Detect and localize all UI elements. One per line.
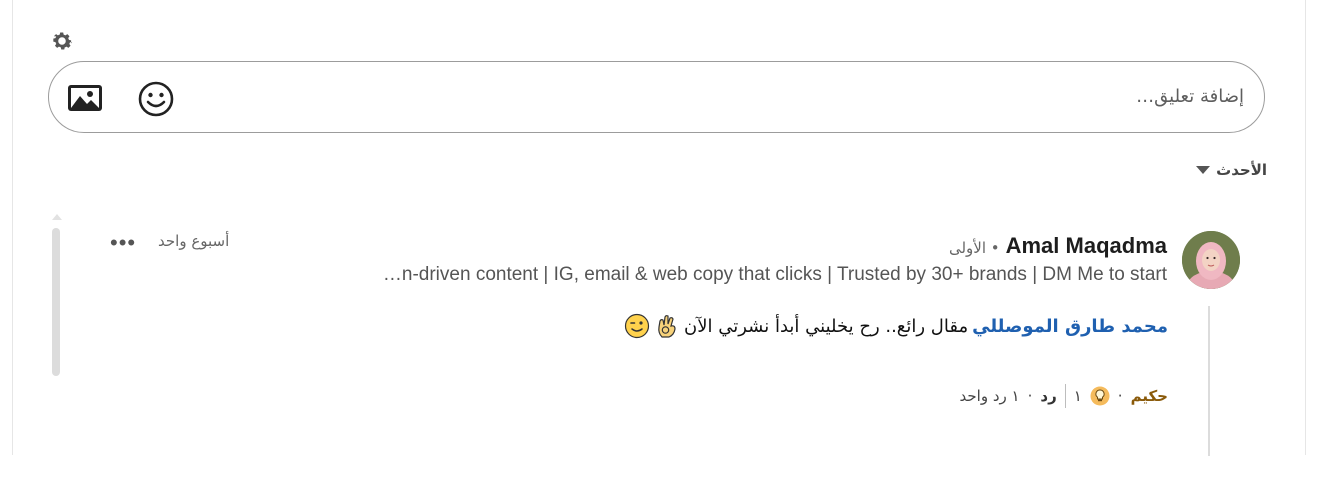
gear-icon[interactable]	[49, 28, 75, 54]
avatar[interactable]	[1182, 231, 1240, 289]
react-button[interactable]: حكيم	[1131, 387, 1168, 405]
comment-actions: حكيم · ١ رد · ١ رد واحد	[960, 384, 1168, 408]
smiley-icon[interactable]	[137, 80, 175, 118]
actions-divider	[1064, 384, 1066, 408]
more-options-button[interactable]: •••	[110, 232, 136, 254]
reply-button[interactable]: رد	[1040, 387, 1056, 405]
scroll-up-arrow[interactable]	[52, 214, 62, 220]
sort-dropdown[interactable]: الأحدث	[1196, 161, 1267, 179]
avatar-image	[1182, 231, 1240, 289]
comment-input-placeholder[interactable]: إضافة تعليق…	[1136, 86, 1244, 107]
comment-text: مقال رائع.. رح يخليني أبدأ نشرتي الآن	[684, 315, 969, 337]
insightful-icon	[1090, 386, 1110, 406]
reaction-count[interactable]: ١	[1074, 387, 1082, 405]
scrollbar-thumb[interactable]	[52, 228, 60, 376]
sort-label: الأحدث	[1216, 161, 1267, 179]
comment-author-line: Amal Maqadma • الأولى	[949, 233, 1167, 259]
author-name[interactable]: Amal Maqadma	[1006, 233, 1167, 259]
comment-timestamp: أسبوع واحد	[158, 232, 230, 250]
react-dot: ·	[1117, 387, 1123, 405]
image-icon[interactable]	[67, 82, 103, 114]
caret-down-icon	[1196, 166, 1211, 174]
connection-degree: • الأولى	[948, 239, 1000, 257]
thread-line	[1208, 306, 1210, 456]
mention-link[interactable]: محمد طارق الموصللي	[972, 316, 1168, 337]
wink-face-icon	[624, 313, 650, 339]
reply-count[interactable]: ١ رد واحد	[960, 387, 1020, 405]
author-headline: …n-driven content | IG, email & web copy…	[382, 264, 1167, 285]
ok-hand-icon	[658, 315, 676, 338]
reply-dot: ·	[1027, 387, 1033, 405]
comment-composer[interactable]: إضافة تعليق…	[48, 61, 1265, 133]
comment-body: محمد طارق الموصللي مقال رائع.. رح يخليني…	[624, 313, 1168, 339]
